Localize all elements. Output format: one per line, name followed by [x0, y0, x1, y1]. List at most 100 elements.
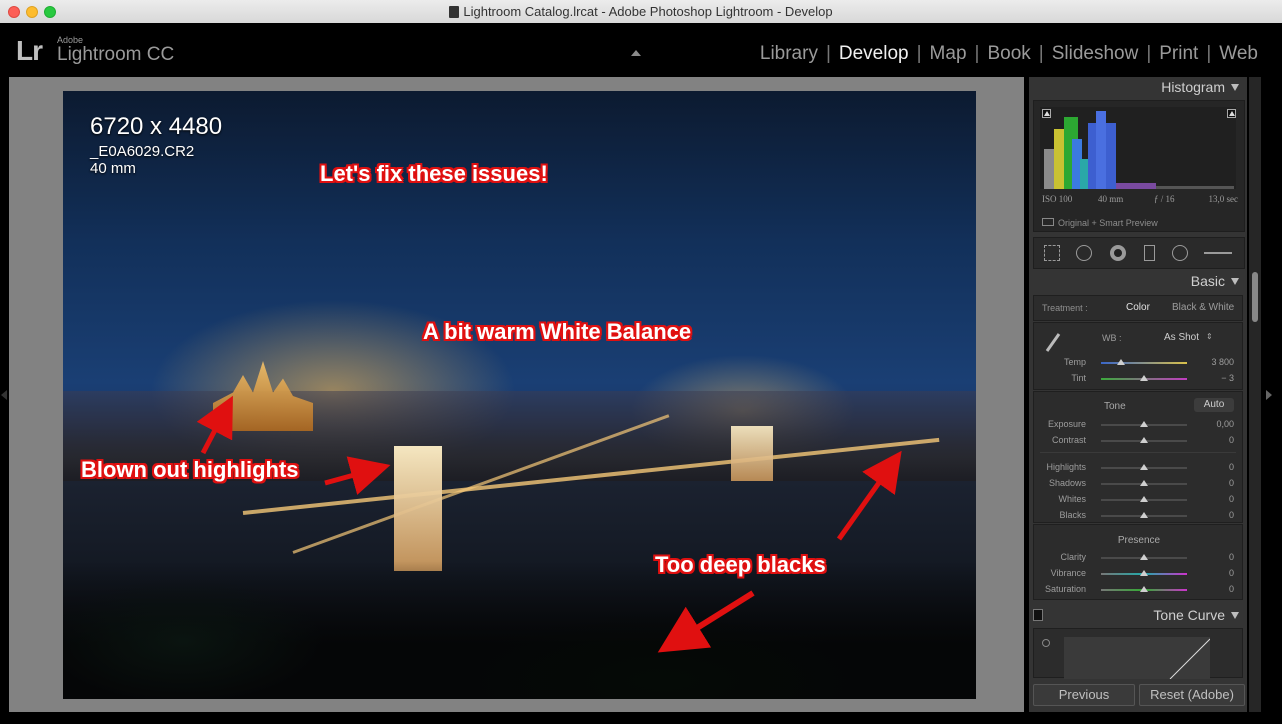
module-slideshow[interactable]: Slideshow [1044, 43, 1147, 65]
window-titlebar: Lightroom Catalog.lrcat - Adobe Photosho… [0, 0, 1282, 24]
module-print[interactable]: Print [1151, 43, 1206, 65]
arrow-to-foreground [657, 590, 755, 653]
lightroom-logo: Lr [16, 35, 43, 66]
treatment-label: Treatment : [1042, 303, 1088, 313]
loupe-view: Let's fix these issues! A bit warm White… [9, 77, 1024, 712]
tone-curve-toggle-icon[interactable] [1033, 609, 1043, 621]
eyedropper-icon[interactable] [1044, 331, 1062, 352]
temp-slider-row[interactable]: Temp 3 800 [1034, 356, 1244, 370]
treatment-bw-option[interactable]: Black & White [1172, 302, 1234, 313]
target-adjust-icon[interactable] [1042, 639, 1050, 647]
photo-info-overlay: 6720 x 4480 _E0A6029.CR2 40 mm [90, 113, 222, 177]
histogram-header[interactable]: Histogram [1029, 77, 1247, 99]
histogram-title: Histogram [1161, 79, 1225, 95]
module-map[interactable]: Map [922, 43, 975, 65]
red-eye-icon[interactable] [1110, 245, 1126, 261]
whites-slider-row[interactable]: Whites 0 [1034, 493, 1244, 507]
contrast-slider-row[interactable]: Contrast 0 [1034, 434, 1244, 448]
highlight-clipping-icon[interactable] [1227, 109, 1236, 118]
tone-curve-header[interactable]: Tone Curve [1029, 605, 1247, 627]
brand-product: Lightroom CC [57, 44, 175, 65]
basic-header[interactable]: Basic [1029, 271, 1247, 293]
wb-select[interactable]: As Shot [1164, 332, 1199, 343]
smart-preview-icon [1042, 218, 1054, 226]
temp-track[interactable] [1101, 362, 1187, 364]
scrollbar-thumb[interactable] [1252, 272, 1258, 322]
blacks-slider-row[interactable]: Blacks 0 [1034, 509, 1244, 523]
clarity-label: Clarity [1060, 552, 1086, 562]
tint-value[interactable]: − 3 [1221, 373, 1234, 383]
collapse-triangle-icon[interactable] [1231, 612, 1239, 619]
arrow-to-bridge-tower [324, 456, 391, 495]
temp-value[interactable]: 3 800 [1211, 357, 1234, 367]
module-book[interactable]: Book [979, 43, 1038, 65]
highlights-label: Highlights [1046, 462, 1086, 472]
treatment-section: Treatment : Color Black & White [1033, 295, 1243, 321]
adjustment-brush-icon[interactable] [1204, 252, 1232, 254]
reset-button[interactable]: Reset (Adobe) [1139, 684, 1245, 706]
photo-focal-length: 40 mm [90, 160, 136, 177]
saturation-value[interactable]: 0 [1229, 584, 1234, 594]
wb-select-arrows-icon[interactable]: ⇕ [1206, 332, 1213, 341]
tint-label: Tint [1071, 373, 1086, 383]
clarity-slider-row[interactable]: Clarity 0 [1034, 551, 1244, 565]
tone-section: Tone Auto Exposure 0,00 Contrast 0 Highl… [1033, 391, 1243, 523]
previous-button[interactable]: Previous [1033, 684, 1135, 706]
photo-dimensions: 6720 x 4480 [90, 113, 223, 140]
contrast-value[interactable]: 0 [1229, 435, 1234, 445]
vibrance-value[interactable]: 0 [1229, 568, 1234, 578]
histogram-graph[interactable] [1040, 107, 1236, 189]
wb-label: WB : [1102, 333, 1122, 343]
collapse-triangle-icon[interactable] [1231, 278, 1239, 285]
graduated-filter-icon[interactable] [1144, 245, 1155, 261]
saturation-label: Saturation [1044, 584, 1086, 594]
smart-preview-status: Original + Smart Preview [1042, 218, 1158, 228]
exposure-value[interactable]: 0,00 [1216, 419, 1234, 429]
vibrance-slider-row[interactable]: Vibrance 0 [1034, 567, 1244, 581]
right-panel-toggle-icon[interactable] [1266, 390, 1272, 400]
tone-curve-title: Tone Curve [1153, 607, 1225, 623]
crop-icon[interactable] [1044, 245, 1060, 261]
whites-value[interactable]: 0 [1229, 494, 1234, 504]
window-title-wrap: Lightroom Catalog.lrcat - Adobe Photosho… [0, 4, 1282, 19]
spot-removal-icon[interactable] [1076, 245, 1092, 261]
shadows-slider-row[interactable]: Shadows 0 [1034, 477, 1244, 491]
exif-iso: ISO 100 [1042, 194, 1073, 204]
exif-aperture: ƒ / 16 [1154, 194, 1175, 204]
collapse-triangle-icon[interactable] [1231, 84, 1239, 91]
collapse-top-panel-icon[interactable] [631, 50, 641, 56]
basic-title: Basic [1190, 273, 1225, 289]
presence-section: Presence Clarity 0 Vibrance 0 Saturation… [1033, 524, 1243, 600]
vibrance-label: Vibrance [1050, 568, 1086, 578]
right-panel-scrollbar[interactable] [1249, 77, 1261, 712]
annotation-arrows [196, 395, 902, 653]
tone-curve-section [1033, 628, 1243, 680]
radial-filter-icon[interactable] [1172, 245, 1188, 261]
shadows-label: Shadows [1048, 478, 1086, 488]
window-title: Lightroom Catalog.lrcat - Adobe Photosho… [463, 4, 833, 19]
left-panel-toggle-icon[interactable] [1, 390, 7, 400]
shadows-value[interactable]: 0 [1229, 478, 1234, 488]
module-web[interactable]: Web [1211, 43, 1266, 65]
arrow-to-right-shadows [836, 450, 902, 541]
tone-curve-graph[interactable] [1064, 637, 1211, 680]
saturation-slider-row[interactable]: Saturation 0 [1034, 583, 1244, 597]
temp-thumb[interactable] [1117, 359, 1125, 365]
tint-thumb[interactable] [1140, 375, 1148, 381]
shadow-clipping-icon[interactable] [1042, 109, 1051, 118]
white-balance-section: WB : As Shot ⇕ Temp 3 800 Tint − 3 [1033, 322, 1243, 390]
photo-preview[interactable]: Let's fix these issues! A bit warm White… [63, 91, 976, 699]
presence-label: Presence [1117, 535, 1161, 546]
module-library[interactable]: Library [752, 43, 826, 65]
exposure-slider-row[interactable]: Exposure 0,00 [1034, 418, 1244, 432]
treatment-color-option[interactable]: Color [1126, 302, 1150, 313]
clarity-value[interactable]: 0 [1229, 552, 1234, 562]
histogram-panel: ISO 100 40 mm ƒ / 16 13,0 sec Original +… [1033, 100, 1245, 232]
highlights-value[interactable]: 0 [1229, 462, 1234, 472]
tone-auto-button[interactable]: Auto [1194, 398, 1234, 412]
contrast-label: Contrast [1051, 435, 1086, 445]
blacks-value[interactable]: 0 [1229, 510, 1234, 520]
highlights-slider-row[interactable]: Highlights 0 [1034, 461, 1244, 475]
tint-slider-row[interactable]: Tint − 3 [1034, 372, 1244, 386]
module-develop[interactable]: Develop [831, 43, 917, 65]
